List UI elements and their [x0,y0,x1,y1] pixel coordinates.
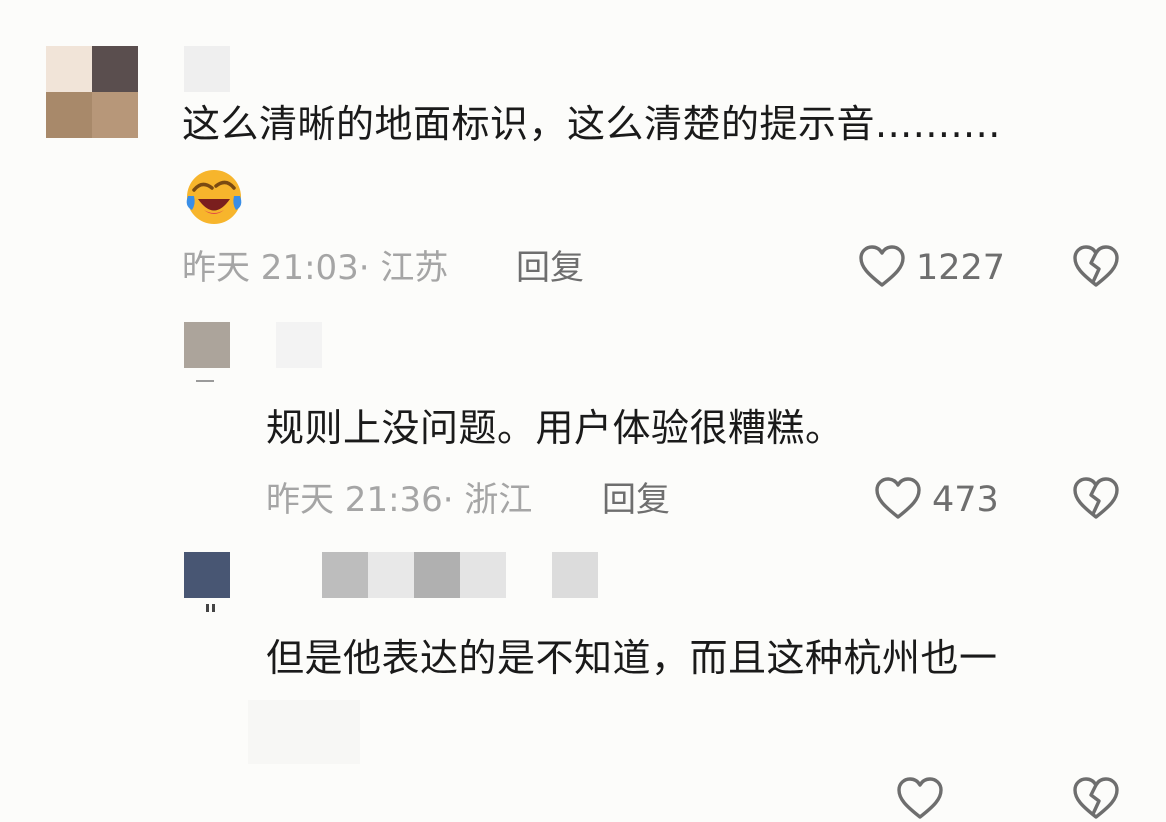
reply-button[interactable]: 回复 [602,480,670,520]
broken-heart-icon[interactable] [1072,776,1120,822]
like-count: 473 [932,480,999,520]
heart-outline-icon[interactable] [874,476,922,522]
timestamp-text: 昨天 21:03· [182,248,370,288]
like-count: 1227 [916,248,1006,288]
commenter-avatar[interactable] [46,46,138,138]
heart-outline-icon[interactable] [858,244,906,290]
reply-button[interactable]: 回复 [516,248,584,288]
commenter-username-redacted[interactable] [184,46,230,92]
broken-heart-icon[interactable] [1072,476,1120,522]
reply-avatar[interactable] [184,322,230,368]
comment-text: 但是他表达的是不知道，而且这种杭州也一 [266,636,998,680]
reply-avatar[interactable] [184,552,230,598]
reply-username-redacted[interactable] [276,322,322,368]
location-text: 浙江 [464,480,533,520]
reply-avatar-edge [196,380,214,382]
comment-timestamp: 昨天 21:36· 浙江 [266,480,532,520]
comment-text: 规则上没问题。用户体验很糟糕。 [266,406,844,450]
reply-username-redacted[interactable] [322,552,598,598]
comment-text: 这么清晰的地面标识，这么清楚的提示音.......... [182,102,1001,146]
broken-heart-icon[interactable] [1072,244,1120,290]
timestamp-text: 昨天 21:36· [266,480,454,520]
blurred-overlay [248,700,360,764]
heart-outline-icon[interactable] [896,776,944,822]
location-text: 江苏 [380,248,449,288]
reply-avatar-edge [206,604,228,612]
comment-timestamp: 昨天 21:03· 江苏 [182,248,448,288]
tears-of-joy-emoji-icon [184,166,244,226]
